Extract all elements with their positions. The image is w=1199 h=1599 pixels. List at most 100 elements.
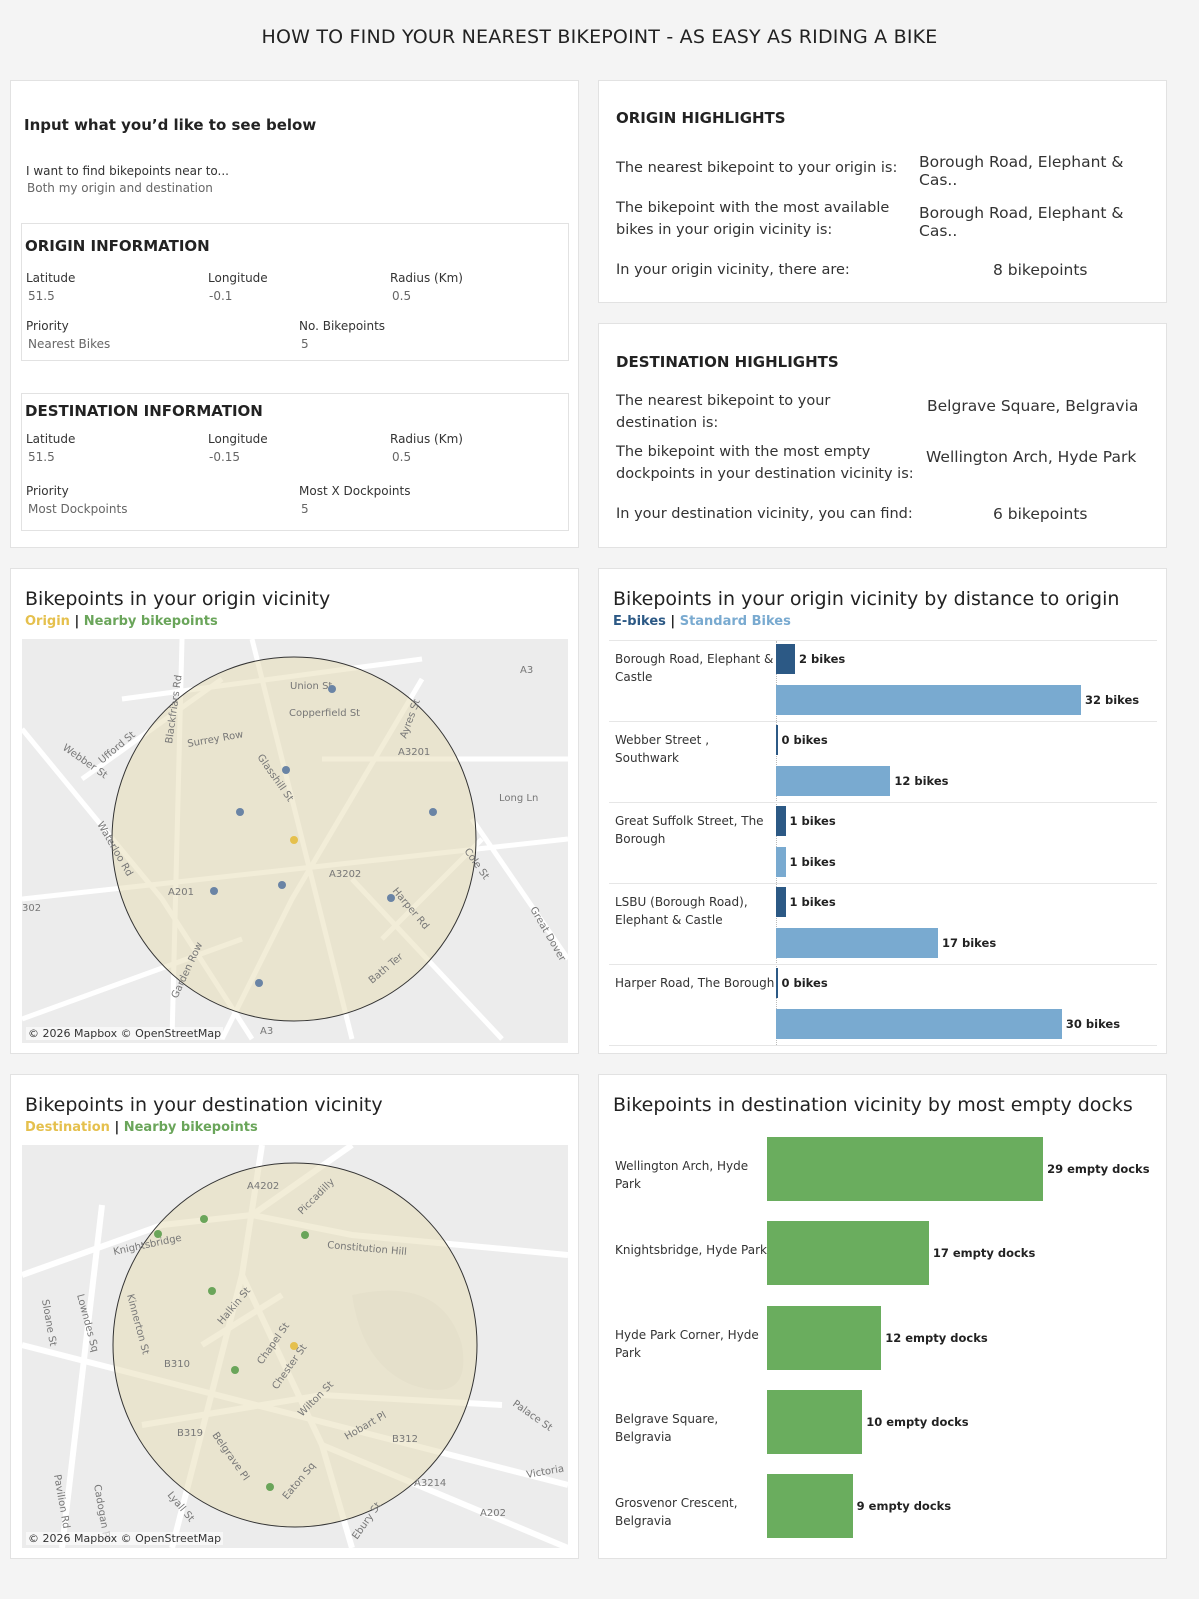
radius-label: Radius (Km) <box>390 271 463 285</box>
row-divider <box>609 1045 1157 1046</box>
svg-text:B310: B310 <box>164 1359 190 1370</box>
svg-text:Great Dover: Great Dover <box>527 905 567 964</box>
destination-map-panel: Bikepoints in your destination vicinity … <box>10 1074 579 1559</box>
row-divider <box>609 802 1157 803</box>
destination-highlights-panel: DESTINATION HIGHLIGHTS The nearest bikep… <box>598 323 1167 548</box>
row-label: Harper Road, The Borough <box>615 976 775 990</box>
bikepoint-marker[interactable] <box>210 887 218 895</box>
legend-origin: Origin <box>25 614 70 629</box>
origin-longitude-input[interactable]: -0.1 <box>209 289 232 303</box>
most-docks-value: Wellington Arch, Hyde Park <box>926 448 1137 466</box>
legend-destination: Destination <box>25 1120 110 1135</box>
latitude-label: Latitude <box>26 432 76 446</box>
bikepoint-marker[interactable] <box>429 808 437 816</box>
row-label: Belgrave Square, Belgravia <box>615 1411 719 1444</box>
find-selector[interactable]: Both my origin and destination <box>27 181 213 195</box>
destination-map-svg[interactable]: A4202 PiccadillyKnightsbridge Constitutio… <box>22 1145 568 1548</box>
origin-highlights-heading: ORIGIN HIGHLIGHTS <box>616 109 786 127</box>
docks-bar <box>767 1474 853 1539</box>
count-label: No. Bikepoints <box>299 319 386 333</box>
legend-separator: | <box>114 1120 120 1135</box>
latitude-label: Latitude <box>26 271 76 285</box>
destination-map[interactable]: A4202 Piccadilly Knightsbridge Constitutio… <box>22 1145 568 1548</box>
origin-priority-selector[interactable]: Nearest Bikes <box>28 337 110 351</box>
input-panel: Input what you’d like to see below I wan… <box>10 80 579 548</box>
most-bikes-value: Borough Road, Elephant & Cas.. <box>919 204 1124 240</box>
ebike-value-label: 1 bikes <box>789 814 836 828</box>
destination-map-title: Bikepoints in your destination vicinity <box>25 1094 383 1116</box>
priority-label: Priority <box>26 319 69 333</box>
count-value: 6 bikepoints <box>993 505 1088 523</box>
row-label: Great Suffolk Street, The Borough <box>615 814 764 846</box>
docks-value-label: 10 empty docks <box>866 1414 969 1429</box>
svg-text:Long Ln: Long Ln <box>499 793 538 804</box>
bikepoint-marker[interactable] <box>236 808 244 816</box>
destination-info-heading: DESTINATION INFORMATION <box>25 402 263 420</box>
standard-value-label: 32 bikes <box>1084 693 1140 707</box>
svg-text:A3202: A3202 <box>329 869 361 880</box>
priority-label: Priority <box>26 484 69 498</box>
origin-radius-input[interactable]: 0.5 <box>392 289 411 303</box>
svg-text:Union St: Union St <box>290 681 332 692</box>
svg-text:302: 302 <box>22 903 41 914</box>
row-label: Knightsbridge, Hyde Park <box>615 1243 767 1258</box>
map-legend: Destination | Nearby bikepoints <box>25 1120 258 1135</box>
ebike-bar <box>776 644 796 674</box>
destination-count-input[interactable]: 5 <box>301 502 309 516</box>
origin-latitude-input[interactable]: 51.5 <box>28 289 55 303</box>
count-label: In your origin vicinity, there are: <box>616 262 850 278</box>
bikepoint-marker[interactable] <box>282 766 290 774</box>
bikepoint-marker[interactable] <box>278 881 286 889</box>
origin-map[interactable]: Union St Copperfield St Surrey Row Blackfr… <box>22 639 568 1043</box>
radius-label: Radius (Km) <box>390 432 463 446</box>
longitude-label: Longitude <box>208 271 268 285</box>
svg-text:B319: B319 <box>177 1428 203 1439</box>
legend-nearby: Nearby bikepoints <box>83 614 218 629</box>
destination-radius-input[interactable]: 0.5 <box>392 450 411 464</box>
longitude-label: Longitude <box>208 432 268 446</box>
standard-bar <box>776 847 786 877</box>
docks-value-label: 9 empty docks <box>856 1499 952 1514</box>
svg-text:A3: A3 <box>260 1026 273 1037</box>
bikepoint-marker[interactable] <box>200 1215 208 1223</box>
svg-text:Lowndes Sq: Lowndes Sq <box>74 1293 100 1353</box>
row-label: Grosvenor Crescent, Belgravia <box>615 1496 738 1529</box>
destination-longitude-input[interactable]: -0.15 <box>209 450 240 464</box>
docks-value-label: 17 empty docks <box>932 1246 1036 1261</box>
standard-value-label: 17 bikes <box>942 936 997 950</box>
origin-info-heading: ORIGIN INFORMATION <box>25 237 210 255</box>
bikepoint-marker[interactable] <box>328 685 336 693</box>
bikepoint-marker[interactable] <box>154 1230 162 1238</box>
bikepoint-marker[interactable] <box>255 979 263 987</box>
origin-map-svg[interactable]: Union StCopperfield StSurrey Row Blackfr… <box>22 639 568 1043</box>
row-label: Borough Road, Elephant & Castle <box>615 652 774 684</box>
origin-chart-panel: Bikepoints in your origin vicinity by di… <box>598 568 1167 1054</box>
ebike-value-label: 0 bikes <box>781 733 828 747</box>
docks-bar <box>767 1305 882 1370</box>
nearest-value: Belgrave Square, Belgravia <box>927 397 1139 415</box>
svg-text:B312: B312 <box>392 1434 418 1445</box>
row-label: Hyde Park Corner, Hyde Park <box>615 1327 759 1360</box>
bikepoint-marker[interactable] <box>231 1366 239 1374</box>
svg-text:A3214: A3214 <box>414 1478 446 1489</box>
origin-info-box: ORIGIN INFORMATION Latitude 51.5 Longitu… <box>21 223 569 361</box>
origin-marker[interactable] <box>290 836 298 844</box>
legend-nearby: Nearby bikepoints <box>123 1120 258 1135</box>
docks-value-label: 29 empty docks <box>1047 1162 1150 1176</box>
bikepoint-marker[interactable] <box>266 1483 274 1491</box>
ebike-bar <box>776 725 778 755</box>
destination-marker[interactable] <box>290 1342 298 1350</box>
bikepoint-marker[interactable] <box>387 894 395 902</box>
row-divider <box>609 640 1157 641</box>
docks-bar <box>767 1389 863 1454</box>
bikepoint-marker[interactable] <box>208 1287 216 1295</box>
destination-latitude-input[interactable]: 51.5 <box>28 450 55 464</box>
destination-priority-selector[interactable]: Most Dockpoints <box>28 502 127 516</box>
standard-value-label: 12 bikes <box>894 774 949 788</box>
ebike-value-label: 0 bikes <box>781 976 828 990</box>
bikepoint-marker[interactable] <box>301 1231 309 1239</box>
row-divider <box>609 883 1157 884</box>
row-label: LSBU (Borough Road), Elephant & Castle <box>615 895 748 927</box>
count-label: Most X Dockpoints <box>299 484 411 498</box>
origin-count-input[interactable]: 5 <box>301 337 309 351</box>
